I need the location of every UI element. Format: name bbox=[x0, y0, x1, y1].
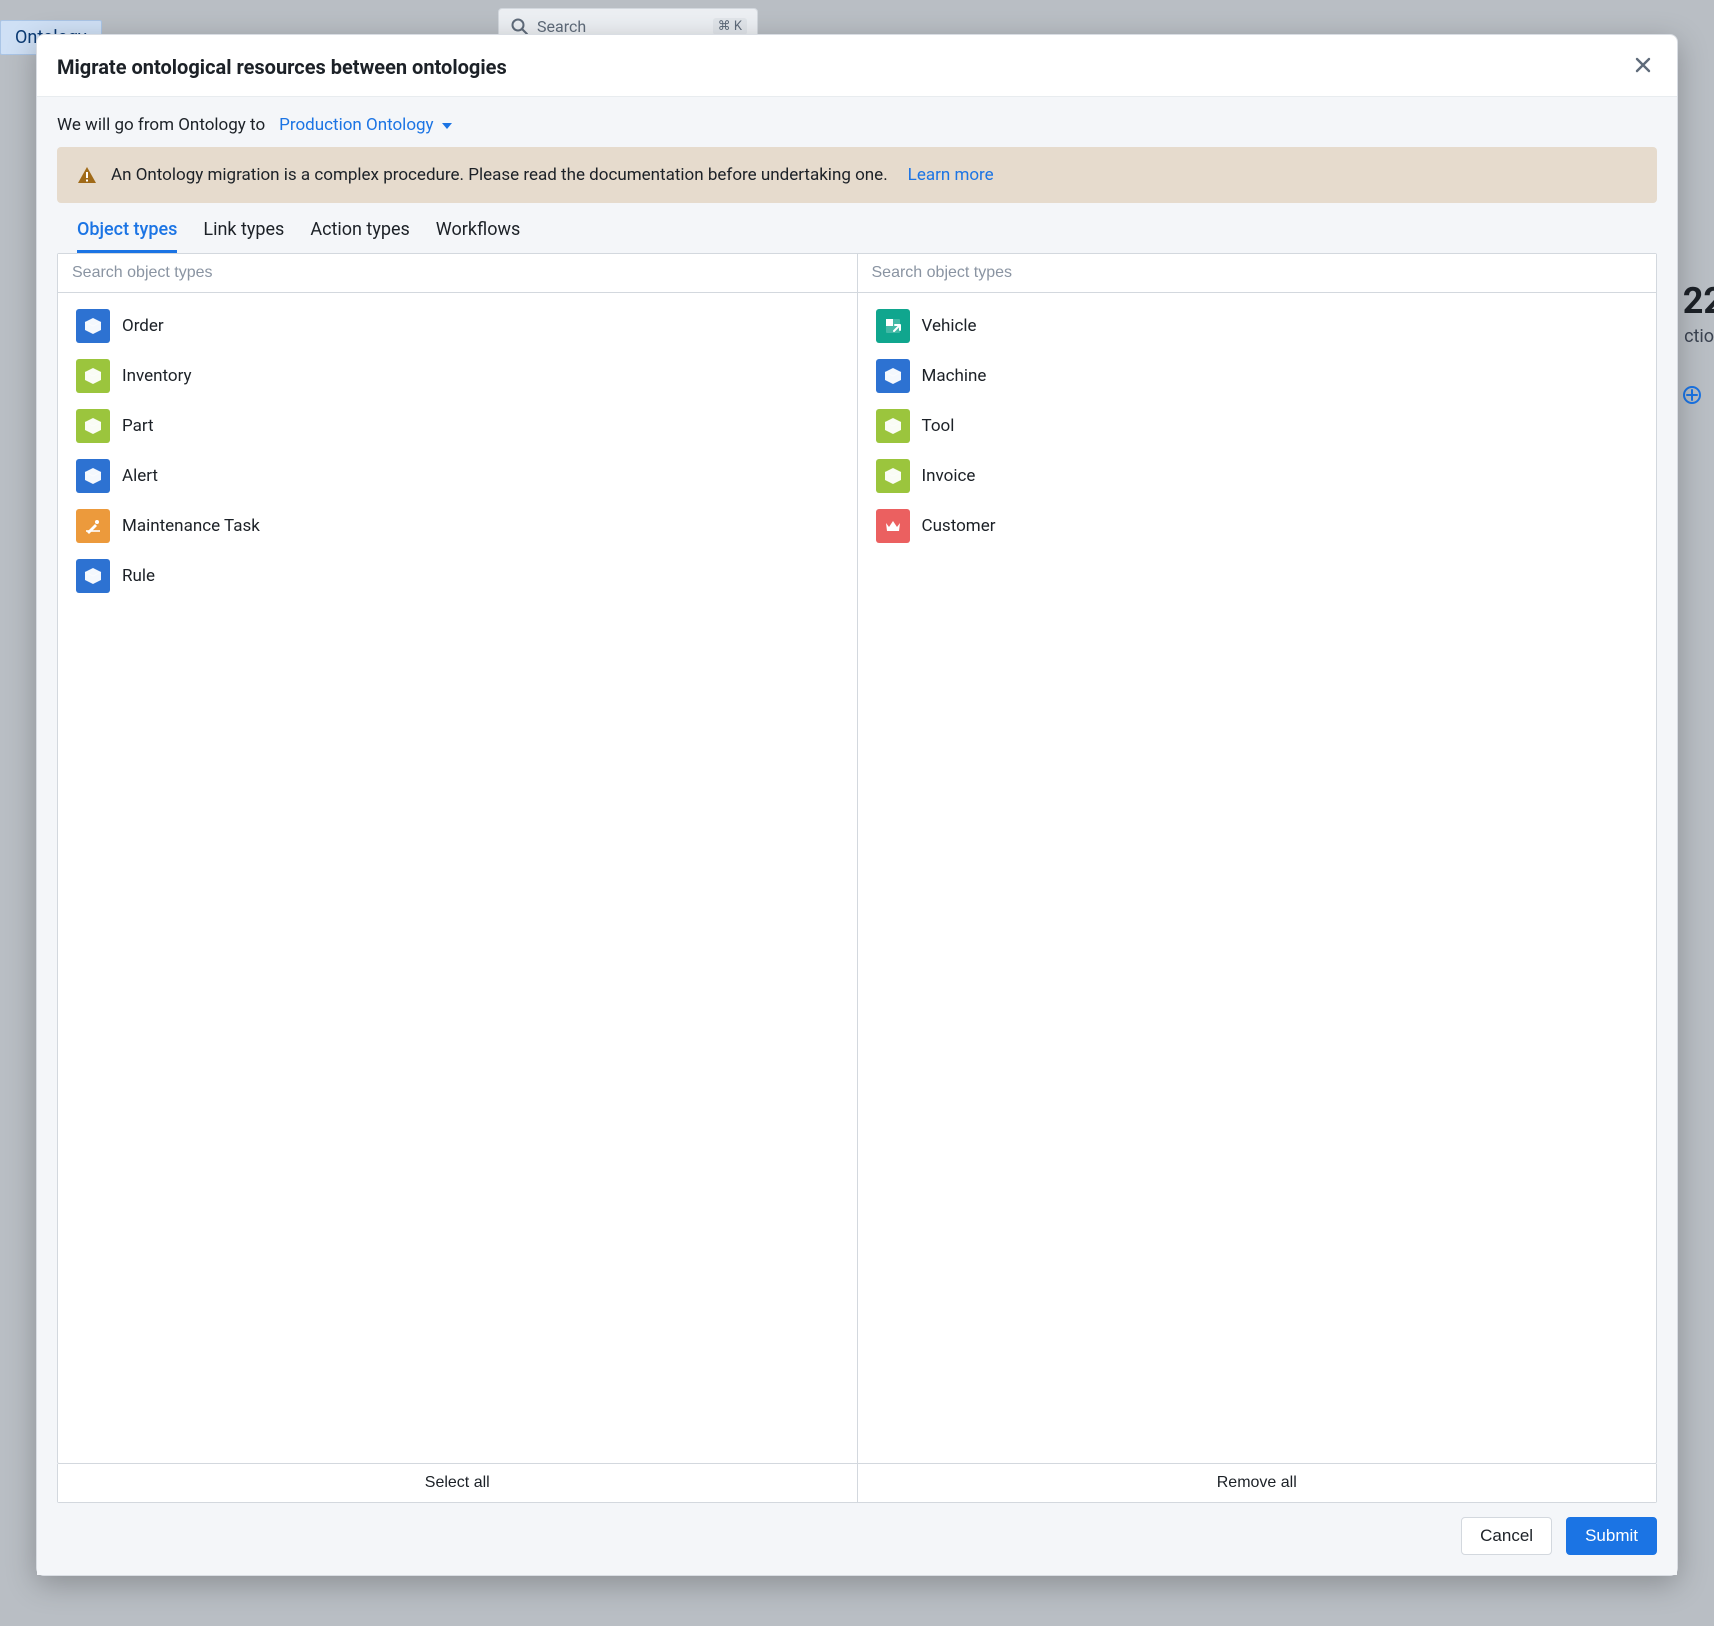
tabs: Object types Link types Action types Wor… bbox=[57, 203, 1657, 253]
warning-text: An Ontology migration is a complex proce… bbox=[111, 165, 888, 185]
plus-circle-icon bbox=[1682, 385, 1702, 405]
cancel-button[interactable]: Cancel bbox=[1461, 1517, 1552, 1555]
warning-banner: An Ontology migration is a complex proce… bbox=[57, 147, 1657, 203]
tab-workflows[interactable]: Workflows bbox=[436, 219, 521, 253]
object-type-label: Part bbox=[122, 416, 154, 436]
destination-value: Production Ontology bbox=[279, 115, 433, 135]
right-pane: Vehicle Machine Tool Invoice Customer bbox=[857, 254, 1657, 1463]
bg-add-button bbox=[1682, 385, 1702, 409]
footer-actions: Cancel Submit bbox=[57, 1503, 1657, 1555]
search-icon bbox=[509, 16, 529, 36]
object-type-label: Machine bbox=[922, 366, 987, 386]
cube-icon bbox=[876, 359, 910, 393]
object-type-label: Customer bbox=[922, 516, 996, 536]
object-type-row[interactable]: Invoice bbox=[858, 451, 1657, 501]
left-list: Order Inventory Part Alert Maintenance Task R… bbox=[58, 293, 857, 1463]
object-type-row[interactable]: Customer bbox=[858, 501, 1657, 551]
object-type-row[interactable]: Inventory bbox=[58, 351, 857, 401]
destination-select[interactable]: Production Ontology bbox=[273, 115, 451, 135]
migrate-dialog: Migrate ontological resources between on… bbox=[36, 34, 1678, 1576]
cube-icon bbox=[76, 309, 110, 343]
left-pane: Order Inventory Part Alert Maintenance Task R… bbox=[58, 254, 857, 1463]
tab-action-types[interactable]: Action types bbox=[310, 219, 409, 253]
bg-text-fragment: ction bbox=[1684, 326, 1714, 347]
tab-object-types[interactable]: Object types bbox=[77, 219, 177, 253]
close-button[interactable] bbox=[1629, 51, 1657, 82]
crown-icon bbox=[876, 509, 910, 543]
object-type-label: Maintenance Task bbox=[122, 516, 260, 536]
object-type-label: Vehicle bbox=[922, 316, 977, 336]
bg-number: 22 bbox=[1683, 280, 1714, 322]
remove-all-button[interactable]: Remove all bbox=[857, 1464, 1657, 1502]
object-type-row[interactable]: Machine bbox=[858, 351, 1657, 401]
cube-icon bbox=[76, 409, 110, 443]
two-pane: Order Inventory Part Alert Maintenance Task R… bbox=[57, 253, 1657, 1464]
bg-search-placeholder: Search bbox=[537, 17, 586, 36]
chevron-down-icon bbox=[442, 123, 452, 129]
object-type-label: Tool bbox=[922, 416, 955, 436]
submit-button[interactable]: Submit bbox=[1566, 1517, 1657, 1555]
select-all-button[interactable]: Select all bbox=[58, 1464, 857, 1502]
maintenance-icon bbox=[76, 509, 110, 543]
search-input-right[interactable] bbox=[858, 254, 1657, 293]
object-type-row[interactable]: Order bbox=[58, 301, 857, 351]
close-icon bbox=[1633, 55, 1653, 75]
learn-more-link[interactable]: Learn more bbox=[908, 165, 994, 185]
object-type-label: Inventory bbox=[122, 366, 192, 386]
object-type-label: Invoice bbox=[922, 466, 976, 486]
object-type-row[interactable]: Rule bbox=[58, 551, 857, 601]
dialog-title: Migrate ontological resources between on… bbox=[57, 55, 507, 79]
intro-prefix: We will go from Ontology to bbox=[57, 115, 265, 135]
dialog-body: We will go from Ontology to Production O… bbox=[37, 97, 1677, 1575]
cube-icon bbox=[76, 559, 110, 593]
bulk-actions: Select all Remove all bbox=[57, 1464, 1657, 1503]
search-input-left[interactable] bbox=[58, 254, 857, 293]
object-type-row[interactable]: Tool bbox=[858, 401, 1657, 451]
dialog-header: Migrate ontological resources between on… bbox=[37, 35, 1677, 97]
object-type-row[interactable]: Vehicle bbox=[858, 301, 1657, 351]
intro-line: We will go from Ontology to Production O… bbox=[57, 115, 1657, 135]
cube-icon bbox=[876, 409, 910, 443]
warning-icon bbox=[77, 165, 97, 185]
object-type-label: Order bbox=[122, 316, 164, 336]
tab-link-types[interactable]: Link types bbox=[203, 219, 284, 253]
cube-icon bbox=[76, 359, 110, 393]
arrow-into-square-icon bbox=[876, 309, 910, 343]
object-type-row[interactable]: Alert bbox=[58, 451, 857, 501]
object-type-row[interactable]: Maintenance Task bbox=[58, 501, 857, 551]
object-type-label: Rule bbox=[122, 566, 155, 586]
cube-icon bbox=[876, 459, 910, 493]
object-type-label: Alert bbox=[122, 466, 158, 486]
object-type-row[interactable]: Part bbox=[58, 401, 857, 451]
cube-icon bbox=[76, 459, 110, 493]
right-list: Vehicle Machine Tool Invoice Customer bbox=[858, 293, 1657, 1463]
